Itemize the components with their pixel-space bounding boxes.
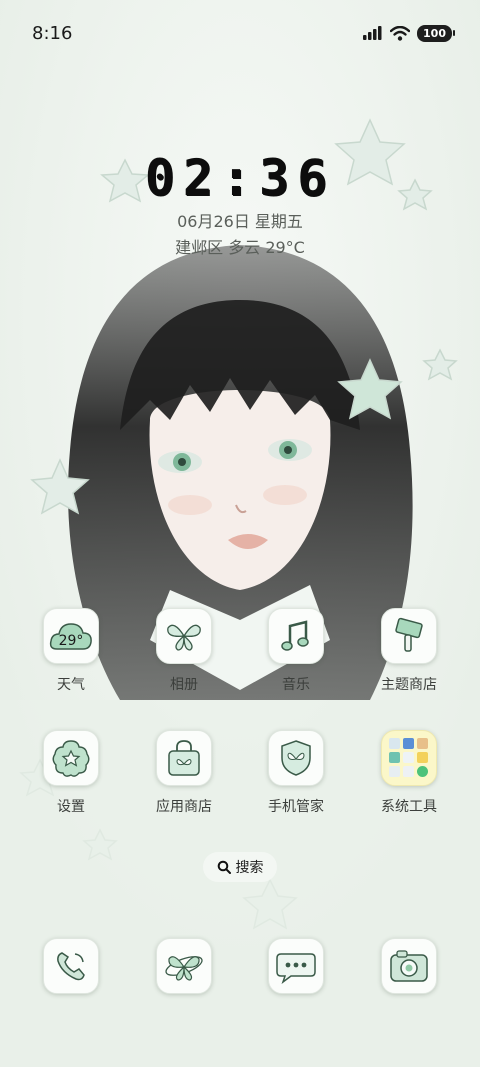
dock-messages[interactable] — [246, 938, 346, 994]
app-label: 设置 — [57, 799, 85, 815]
shopping-bag-icon[interactable] — [156, 730, 212, 786]
clock-time[interactable]: 02:36 — [0, 150, 480, 206]
battery-icon: 100 — [417, 24, 455, 42]
app-label: 天气 — [57, 677, 85, 693]
dock-camera[interactable] — [359, 938, 459, 994]
status-icons: 100 — [363, 24, 455, 42]
app-music[interactable]: 音乐 — [246, 608, 346, 694]
gear-flower-icon[interactable] — [43, 730, 99, 786]
search-icon — [217, 860, 231, 874]
app-app-store[interactable]: 应用商店 — [134, 730, 234, 816]
app-label: 应用商店 — [156, 799, 212, 815]
dock-browser[interactable] — [134, 938, 234, 994]
app-label: 音乐 — [282, 677, 310, 693]
shield-butterfly-icon[interactable] — [268, 730, 324, 786]
search-label: 搜索 — [235, 860, 264, 876]
status-time: 8:16 — [32, 22, 73, 44]
app-label: 主题商店 — [381, 677, 437, 693]
weather-icon-temp: 29° — [59, 633, 84, 649]
app-settings[interactable]: 设置 — [21, 730, 121, 816]
butterfly-gallery-icon[interactable] — [156, 608, 212, 664]
dock-phone[interactable] — [21, 938, 121, 994]
app-label: 系统工具 — [381, 799, 437, 815]
weather-cloud-icon[interactable]: 29° — [43, 608, 99, 664]
clock-weather: 建邺区 多云 29°C — [175, 238, 305, 257]
app-phone-manager[interactable]: 手机管家 — [246, 730, 346, 816]
wifi-icon — [390, 25, 411, 41]
app-system-tools[interactable]: 系统工具 — [359, 730, 459, 816]
signal-icon — [363, 26, 382, 40]
app-gallery[interactable]: 相册 — [134, 608, 234, 694]
app-label: 手机管家 — [268, 799, 324, 815]
search-button[interactable]: 搜索 — [203, 852, 277, 882]
app-label: 相册 — [170, 677, 198, 693]
phone-icon[interactable] — [43, 938, 99, 994]
app-theme-store[interactable]: 主题商店 — [359, 608, 459, 694]
message-bubble-icon[interactable] — [268, 938, 324, 994]
clock-date: 06月26日 星期五 — [177, 212, 303, 231]
music-note-icon[interactable] — [268, 608, 324, 664]
butterfly-browser-icon[interactable] — [156, 938, 212, 994]
camera-icon[interactable] — [381, 938, 437, 994]
status-bar: 8:16 100 — [0, 0, 480, 66]
paint-brush-icon[interactable] — [381, 608, 437, 664]
app-weather[interactable]: 29° 天气 — [21, 608, 121, 694]
folder-grid-icon[interactable] — [381, 730, 437, 786]
